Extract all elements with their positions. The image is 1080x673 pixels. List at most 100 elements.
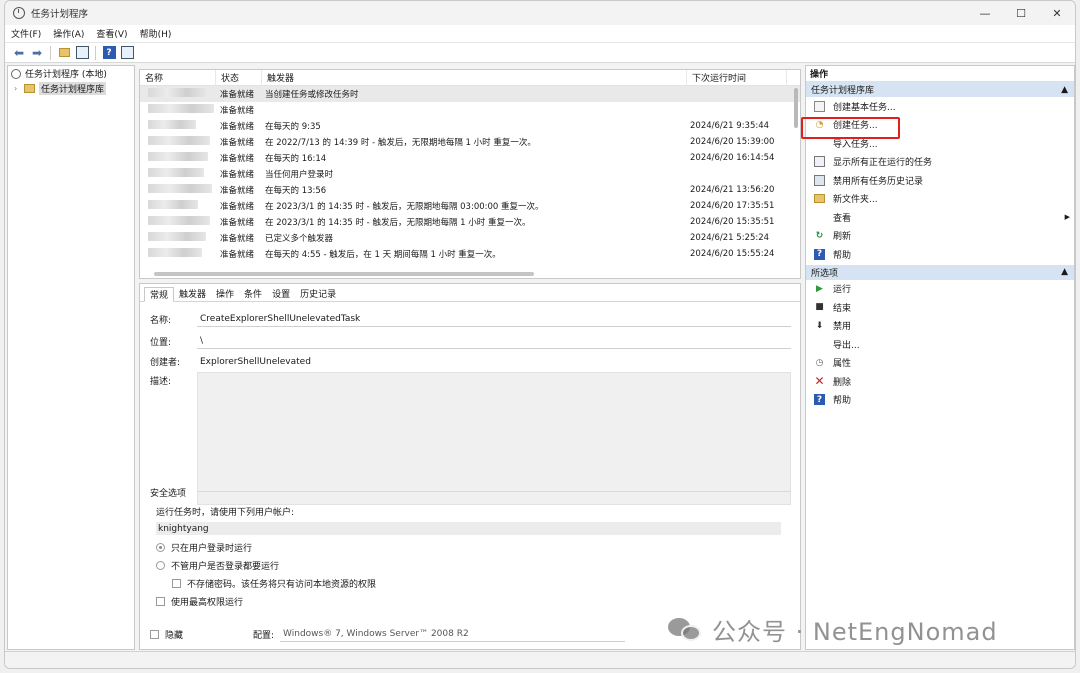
action-import-task[interactable]: 导入任务... — [806, 134, 1074, 153]
action-help-selected[interactable]: ? 帮助 — [806, 391, 1074, 410]
action-properties[interactable]: ◷ 属性 — [806, 354, 1074, 373]
config-select[interactable]: Windows® 7, Windows Server™ 2008 R2 — [280, 627, 626, 642]
toolbar-separator — [50, 45, 51, 60]
actions-pane: 操作 任务计划程序库 ▲ 创建基本任务... ◔ 创建任务... 导入任务...… — [805, 65, 1075, 650]
task-status: 准备就绪 — [220, 218, 255, 228]
vertical-scrollbar[interactable] — [794, 88, 798, 128]
checkbox-highest-privileges[interactable] — [156, 596, 165, 606]
hidden-label: 隐藏 — [165, 631, 184, 641]
folder-up-icon[interactable] — [56, 45, 72, 61]
help-toolbar-icon[interactable]: ? — [101, 45, 117, 61]
table-row[interactable]: 准备就绪在 2023/3/1 的 14:35 时 - 触发后，无限期地每隔 1 … — [140, 214, 800, 230]
close-button[interactable]: ✕ — [1039, 1, 1075, 25]
option-logged-on[interactable]: 只在用户登录时运行 — [156, 538, 791, 556]
security-divider — [198, 491, 791, 492]
radio-logged-on[interactable] — [156, 542, 165, 552]
action-run[interactable]: ▶ 运行 — [806, 280, 1074, 299]
task-trigger: 在每天的 9:35 — [265, 122, 321, 132]
task-next-run: 2024/6/21 5:25:24 — [690, 233, 770, 243]
column-trigger[interactable]: 触发器 — [262, 70, 687, 86]
forward-arrow-icon[interactable]: ➡ — [29, 45, 45, 61]
toolbar-separator — [95, 45, 96, 60]
stop-icon: ■ — [815, 302, 824, 313]
menu-view[interactable]: 查看(V) — [96, 27, 127, 40]
task-rows: 准备就绪 当创建任务或修改任务时 准备就绪 准备就绪 在每天的 9:35 2024/6/2… — [140, 86, 800, 262]
tab-triggers[interactable]: 触发器 — [174, 286, 211, 301]
chevron-right-icon[interactable]: › — [14, 84, 22, 93]
collapse-up-icon[interactable]: ▲ — [1061, 267, 1068, 277]
console-tree-icon[interactable] — [74, 45, 90, 61]
table-row[interactable]: 准备就绪 — [140, 102, 800, 118]
table-row[interactable]: 准备就绪在 2022/7/13 的 14:39 时 - 触发后，无限期地每隔 1… — [140, 134, 800, 150]
tab-history[interactable]: 历史记录 — [295, 286, 341, 301]
tab-actions[interactable]: 操作 — [211, 286, 239, 301]
action-refresh[interactable]: ↻ 刷新 — [806, 227, 1074, 246]
name-field[interactable]: CreateExplorerShellUnelevatedTask — [197, 312, 791, 327]
action-disable-history[interactable]: 禁用所有任务历史记录 — [806, 171, 1074, 190]
action-create-task[interactable]: ◔ 创建任务... — [806, 116, 1074, 135]
name-label: 名称: — [150, 316, 172, 326]
section-selected-item[interactable]: 所选项 ▲ — [806, 264, 1074, 280]
task-name-redacted — [140, 88, 216, 100]
task-trigger: 已定义多个触发器 — [265, 234, 334, 244]
table-row[interactable]: 准备就绪 在每天的 4:55 - 触发后，在 1 天 期间每隔 1 小时 重复一次… — [140, 246, 800, 262]
checkbox-hidden[interactable] — [150, 630, 159, 639]
table-row[interactable]: 准备就绪 在每天的 13:56 2024/6/21 13:56:20 — [140, 182, 800, 198]
action-end[interactable]: ■ 结束 — [806, 298, 1074, 317]
action-disable[interactable]: ⬇ 禁用 — [806, 317, 1074, 336]
table-row[interactable]: 准备就绪在 2023/3/1 的 14:35 时 - 触发后，无限期地每隔 03… — [140, 198, 800, 214]
tree-item-library[interactable]: › 任务计划程序库 — [8, 81, 134, 96]
section-library[interactable]: 任务计划程序库 ▲ — [806, 82, 1074, 97]
table-row[interactable]: 准备就绪 在每天的 9:35 2024/6/21 9:35:44 — [140, 118, 800, 134]
task-name-redacted — [140, 232, 216, 244]
action-help[interactable]: ? 帮助 — [806, 245, 1074, 264]
option-no-password[interactable]: 不存储密码。该任务将只有访问本地资源的权限 — [172, 574, 791, 592]
option-whether-logged-on[interactable]: 不管用户是否登录都要运行 — [156, 556, 791, 574]
table-row[interactable]: 准备就绪 在每天的 16:14 2024/6/20 16:14:54 — [140, 150, 800, 166]
running-tasks-icon — [814, 156, 825, 168]
name-row: 名称: CreateExplorerShellUnelevatedTask — [150, 312, 791, 327]
refresh-icon: ↻ — [815, 230, 824, 241]
action-view[interactable]: 查看 ▶ — [806, 208, 1074, 227]
collapse-up-icon[interactable]: ▲ — [1061, 85, 1068, 95]
action-create-basic-task[interactable]: 创建基本任务... — [806, 97, 1074, 116]
horizontal-scrollbar[interactable] — [154, 272, 534, 276]
tree-item-local[interactable]: 任务计划程序 (本地) — [8, 66, 134, 81]
action-export[interactable]: 导出... — [806, 335, 1074, 354]
column-name[interactable]: 名称 — [140, 70, 216, 86]
task-next-run: 2024/6/20 15:39:00 — [690, 137, 775, 147]
clock-icon — [11, 68, 21, 79]
action-show-running[interactable]: 显示所有正在运行的任务 — [806, 153, 1074, 172]
table-row[interactable]: 准备就绪 当创建任务或修改任务时 — [140, 86, 800, 102]
maximize-button[interactable]: ☐ — [1003, 1, 1039, 25]
task-details: 常规 触发器 操作 条件 设置 历史记录 名称: CreateExplorerS… — [139, 283, 801, 650]
task-trigger: 在 2022/7/13 的 14:39 时 - 触发后，无限期地每隔 1 小时 … — [265, 138, 536, 148]
action-new-folder[interactable]: 新文件夹... — [806, 190, 1074, 209]
menu-help[interactable]: 帮助(H) — [140, 27, 172, 40]
option-highest-privileges[interactable]: 使用最高权限运行 — [156, 592, 791, 610]
menu-file[interactable]: 文件(F) — [11, 27, 41, 40]
tab-conditions[interactable]: 条件 — [239, 286, 267, 301]
toolbar: ⬅ ➡ ? — [5, 43, 1075, 63]
help-icon: ? — [814, 248, 825, 260]
column-next-run[interactable]: 下次运行时间 — [687, 70, 787, 86]
action-delete[interactable]: ✕ 删除 — [806, 372, 1074, 391]
action-pane-icon[interactable] — [119, 45, 135, 61]
table-row[interactable]: 准备就绪 当任何用户登录时 — [140, 166, 800, 182]
task-name-redacted — [140, 216, 216, 228]
tab-settings[interactable]: 设置 — [267, 286, 295, 301]
back-arrow-icon[interactable]: ⬅ — [11, 45, 27, 61]
column-status[interactable]: 状态 — [216, 70, 262, 86]
task-name-redacted — [140, 168, 216, 180]
table-row[interactable]: 准备就绪 已定义多个触发器 2024/6/21 5:25:24 — [140, 230, 800, 246]
tab-general[interactable]: 常规 — [144, 287, 175, 302]
radio-whether-logged-on[interactable] — [156, 560, 165, 570]
wechat-logo-icon — [668, 616, 704, 644]
minimize-button[interactable]: — — [967, 1, 1003, 25]
play-icon: ▶ — [816, 283, 823, 294]
checkbox-no-password[interactable] — [172, 578, 181, 588]
menu-action[interactable]: 操作(A) — [53, 27, 84, 40]
task-status: 准备就绪 — [220, 234, 255, 244]
task-trigger: 在 2023/3/1 的 14:35 时 - 触发后，无限期地每隔 03:00:… — [265, 202, 544, 212]
task-name-redacted — [140, 136, 216, 148]
